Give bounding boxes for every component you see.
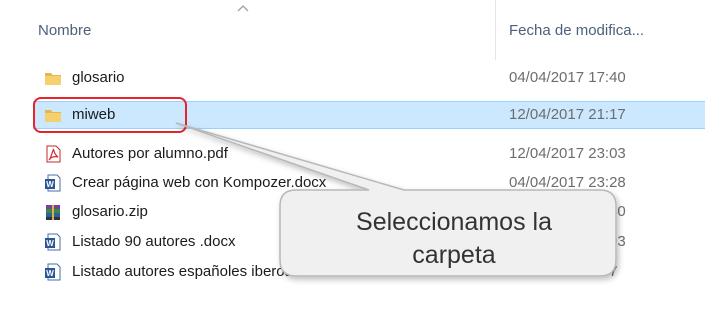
file-row-glosario[interactable]: glosario 04/04/2017 17:40: [0, 63, 705, 93]
svg-text:W: W: [46, 269, 54, 278]
word-doc-icon: W: [45, 174, 61, 192]
svg-text:W: W: [46, 239, 54, 248]
word-doc-icon: W: [45, 233, 61, 251]
file-name: Crear página web con Kompozer.docx: [72, 174, 327, 191]
file-row-miweb[interactable]: miweb 12/04/2017 21:17: [0, 100, 705, 130]
file-name: Listado 90 autores .docx: [72, 233, 236, 250]
callout-text: Seleccionamos la carpeta: [292, 206, 616, 272]
column-name-header[interactable]: Nombre: [38, 22, 91, 39]
sort-ascending-icon[interactable]: [236, 4, 250, 12]
pdf-icon: [46, 145, 61, 163]
folder-icon: [45, 110, 61, 122]
column-date-header[interactable]: Fecha de modifica...: [509, 22, 644, 39]
file-name: glosario.zip: [72, 203, 148, 220]
file-date: 04/04/2017 23:28: [509, 174, 626, 191]
zip-archive-icon: [46, 205, 60, 220]
word-doc-icon: W: [45, 263, 61, 281]
file-row-docx[interactable]: W Crear página web con Kompozer.docx 04/…: [0, 168, 705, 198]
file-name: glosario: [72, 69, 125, 86]
file-date: 04/04/2017 17:40: [509, 69, 626, 86]
column-divider[interactable]: [495, 0, 496, 60]
file-date: 12/04/2017 23:03: [509, 145, 626, 162]
column-header: Nombre Fecha de modifica...: [0, 0, 705, 62]
folder-icon: [45, 73, 61, 85]
file-name: Autores por alumno.pdf: [72, 145, 228, 162]
callout-line-1: Seleccionamos la: [356, 208, 552, 236]
callout-line-2: carpeta: [412, 241, 496, 269]
file-name: miweb: [72, 106, 116, 123]
file-date: 12/04/2017 21:17: [509, 106, 626, 123]
file-row-pdf[interactable]: Autores por alumno.pdf 12/04/2017 23:03: [0, 139, 705, 169]
svg-text:W: W: [46, 180, 54, 189]
